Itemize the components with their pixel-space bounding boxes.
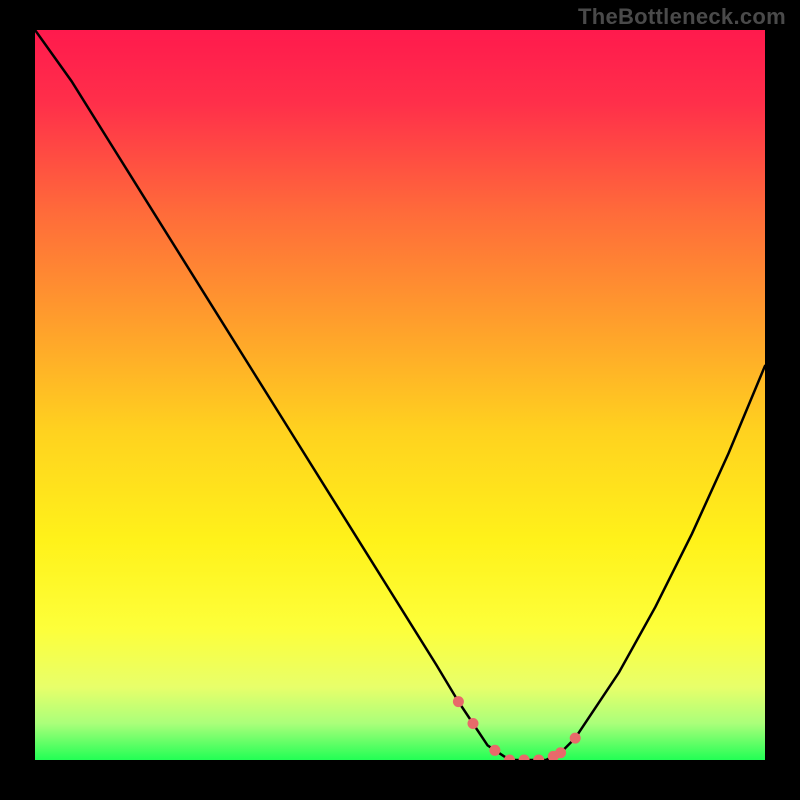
valley-marker	[505, 755, 515, 760]
valley-marker	[556, 748, 566, 758]
valley-marker	[490, 745, 500, 755]
watermark-text: TheBottleneck.com	[578, 4, 786, 30]
chart-frame: TheBottleneck.com	[0, 0, 800, 800]
plot-area	[35, 30, 765, 760]
valley-marker	[570, 733, 580, 743]
bottleneck-curve	[35, 30, 765, 760]
valley-marker	[468, 719, 478, 729]
valley-marker	[519, 755, 529, 760]
valley-marker	[534, 755, 544, 760]
valley-marker	[453, 697, 463, 707]
